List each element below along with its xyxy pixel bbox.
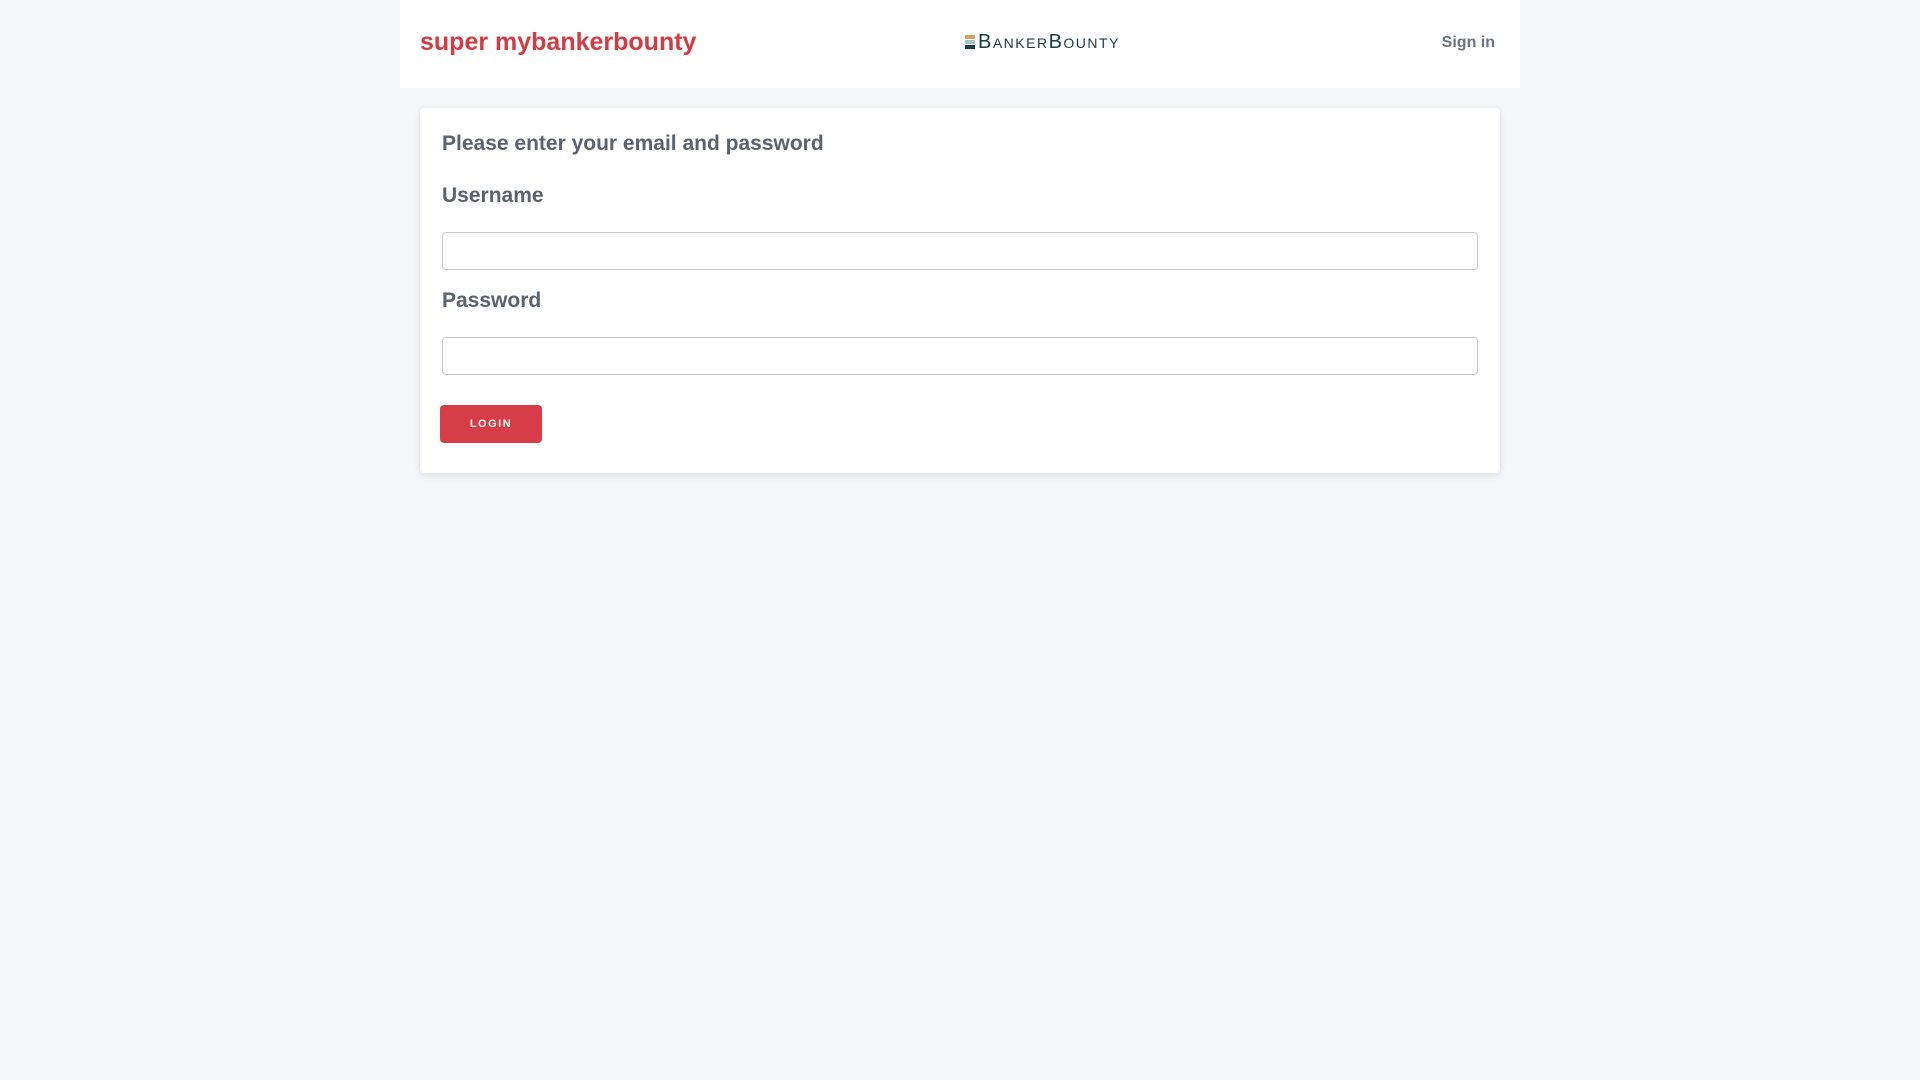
logo-text: BankerBounty (978, 31, 1120, 53)
password-label: Password (442, 289, 542, 312)
brand-title[interactable]: super mybankerbounty (420, 28, 696, 57)
login-card: Please enter your email and password Use… (420, 108, 1500, 473)
bankerbounty-logo: BankerBounty (965, 32, 1120, 52)
password-input[interactable] (442, 337, 1478, 375)
top-navbar: super mybankerbounty BankerBounty Sign i… (400, 0, 1520, 88)
username-label: Username (442, 184, 544, 207)
login-heading: Please enter your email and password (442, 132, 824, 155)
username-input[interactable] (442, 232, 1478, 270)
login-button[interactable]: LOGIN (440, 405, 542, 443)
sign-in-link[interactable]: Sign in (1442, 34, 1495, 52)
logo-mark-icon (965, 35, 975, 49)
